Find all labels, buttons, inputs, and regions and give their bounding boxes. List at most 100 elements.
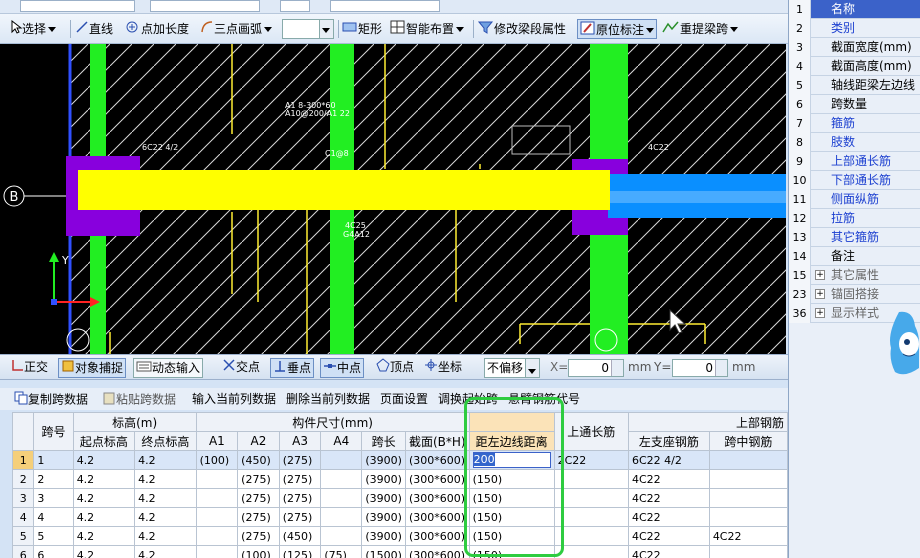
row-number[interactable]: 2 — [12, 469, 35, 489]
table-row[interactable]: 6 6 4.2 4.2 (100) (125) (75) (1500) (300*600) (15… — [12, 545, 788, 558]
snap-vertex[interactable]: 顶点 — [374, 358, 416, 378]
ortho-toggle[interactable]: 正交 — [8, 358, 50, 378]
cell-a2[interactable]: (275) — [237, 488, 280, 508]
cell-s[interactable]: 4.2 — [72, 545, 136, 558]
cell-mid[interactable]: 4C22 — [708, 526, 788, 546]
cell-a4[interactable]: (75) — [320, 545, 363, 558]
cell-a4[interactable] — [320, 450, 363, 470]
cell-top[interactable] — [553, 469, 629, 489]
in-situ-tool[interactable]: 原位标注 — [577, 19, 658, 39]
cell-e[interactable]: 4.2 — [134, 450, 197, 470]
expand-plus-icon[interactable]: + — [815, 308, 825, 318]
cell-a4[interactable] — [320, 488, 363, 508]
smart-layout-tool[interactable]: 智能布置 — [390, 19, 465, 39]
cell-a2[interactable]: (100) — [237, 545, 280, 558]
dyn-input-toggle[interactable]: 动态输入 — [133, 358, 204, 378]
cell-len[interactable]: (3900) — [361, 450, 406, 470]
prop-row[interactable]: 11 侧面纵筋 — [789, 190, 920, 209]
cell-len[interactable]: (1500) — [361, 545, 406, 558]
cell-sect[interactable]: (300*600) — [404, 545, 470, 558]
cell-span[interactable]: 5 — [33, 526, 74, 546]
osnap-toggle[interactable]: 对象捕捉 — [58, 358, 127, 378]
cell-mid[interactable] — [708, 450, 788, 470]
cell-e[interactable]: 4.2 — [134, 545, 197, 558]
cell-a2[interactable]: (275) — [237, 507, 280, 527]
cell-a3[interactable]: (450) — [278, 526, 322, 546]
cell-mid[interactable] — [708, 507, 788, 527]
prop-row[interactable]: 9 上部通长筋 — [789, 152, 920, 171]
cell-a2[interactable]: (450) — [237, 450, 280, 470]
cell-a1[interactable] — [195, 488, 239, 508]
cell-a4[interactable] — [320, 526, 363, 546]
prop-row[interactable]: 1 名称 — [789, 0, 920, 19]
expand-plus-icon[interactable]: + — [815, 289, 825, 299]
table-row[interactable]: 2 2 4.2 4.2 (275) (275) (3900) (300*600) (150) 4C… — [12, 469, 788, 489]
table-row[interactable]: 1 1 4.2 4.2 (100) (450) (275) (3900) (300*600) 20… — [12, 450, 788, 470]
prop-row[interactable]: 2 类别 — [789, 19, 920, 38]
cell-top[interactable] — [553, 488, 629, 508]
cell-e[interactable]: 4.2 — [134, 469, 197, 489]
offset-select[interactable]: 不偏移 — [484, 358, 540, 378]
x-input[interactable]: 0 — [568, 359, 624, 377]
row-number[interactable]: 1 — [12, 450, 35, 470]
cell-len[interactable]: (3900) — [361, 469, 406, 489]
cell-a4[interactable] — [320, 507, 363, 527]
prop-row[interactable]: 4 截面高度(mm) — [789, 57, 920, 76]
prop-row[interactable]: 14 备注 — [789, 247, 920, 266]
prop-row[interactable]: 3 截面宽度(mm) — [789, 38, 920, 57]
cell-span[interactable]: 6 — [33, 545, 74, 558]
cell-top[interactable] — [553, 507, 629, 527]
delete-col-button[interactable]: 删除当前列数据 — [286, 391, 370, 407]
y-input[interactable]: 0 — [672, 359, 728, 377]
cell-mid[interactable] — [708, 545, 788, 558]
cell-span[interactable]: 1 — [33, 450, 74, 470]
table-row[interactable]: 4 4 4.2 4.2 (275) (275) (3900) (300*600) (150) 4C… — [12, 507, 788, 527]
cell-s[interactable]: 4.2 — [72, 469, 136, 489]
cell-a3[interactable]: (125) — [278, 545, 322, 558]
cell-left[interactable]: 4C22 — [627, 545, 710, 558]
top-field-1[interactable] — [20, 0, 135, 12]
prop-row[interactable]: 7 箍筋 — [789, 114, 920, 133]
arc-tool[interactable]: 三点画弧 — [200, 19, 273, 39]
snap-intersect[interactable]: 交点 — [220, 358, 262, 378]
top-field-2[interactable] — [150, 0, 260, 12]
prop-row[interactable]: 8 肢数 — [789, 133, 920, 152]
select-tool[interactable]: 选择 — [10, 19, 57, 39]
cell-top[interactable] — [553, 545, 629, 558]
cell-left[interactable]: 4C22 — [627, 469, 710, 489]
cell-len[interactable]: (3900) — [361, 507, 406, 527]
cell-s[interactable]: 4.2 — [72, 526, 136, 546]
snap-coord[interactable]: 坐标 — [422, 358, 464, 378]
cell-sect[interactable]: (300*600) — [404, 507, 470, 527]
cad-canvas[interactable]: B A1 8-300*60 A10@200/A1 22 6C22 4/2 4C2… — [0, 44, 786, 354]
expand-plus-icon[interactable]: + — [815, 270, 825, 280]
cell-mid[interactable] — [708, 469, 788, 489]
cell-span[interactable]: 2 — [33, 469, 74, 489]
cell-top[interactable]: 2C22 — [553, 450, 629, 470]
input-col-button[interactable]: 输入当前列数据 — [192, 391, 276, 407]
cell-a2[interactable]: (275) — [237, 469, 280, 489]
arc-combo[interactable] — [282, 19, 334, 39]
cell-s[interactable]: 4.2 — [72, 450, 136, 470]
paste-span-button[interactable]: 粘贴跨数据 — [102, 391, 176, 409]
prop-row[interactable]: 13 其它箍筋 — [789, 228, 920, 247]
beam-main[interactable] — [78, 170, 610, 210]
cell-top[interactable] — [553, 526, 629, 546]
row-number[interactable]: 6 — [12, 545, 35, 558]
row-number[interactable]: 5 — [12, 526, 35, 546]
line-tool[interactable]: 直线 — [75, 19, 113, 39]
cell-a3[interactable]: (275) — [278, 450, 322, 470]
cell-left[interactable]: 4C22 — [627, 507, 710, 527]
prop-row[interactable]: 23 + 锚固搭接 — [789, 285, 920, 304]
cell-s[interactable]: 4.2 — [72, 488, 136, 508]
cell-a3[interactable]: (275) — [278, 469, 322, 489]
cell-span[interactable]: 4 — [33, 507, 74, 527]
row-number[interactable]: 3 — [12, 488, 35, 508]
cell-a1[interactable]: (100) — [195, 450, 239, 470]
cell-sect[interactable]: (300*600) — [404, 488, 470, 508]
top-field-3[interactable] — [280, 0, 310, 12]
cell-a1[interactable] — [195, 545, 239, 558]
cell-len[interactable]: (3900) — [361, 526, 406, 546]
prop-row[interactable]: 15 + 其它属性 — [789, 266, 920, 285]
row-number[interactable]: 4 — [12, 507, 35, 527]
